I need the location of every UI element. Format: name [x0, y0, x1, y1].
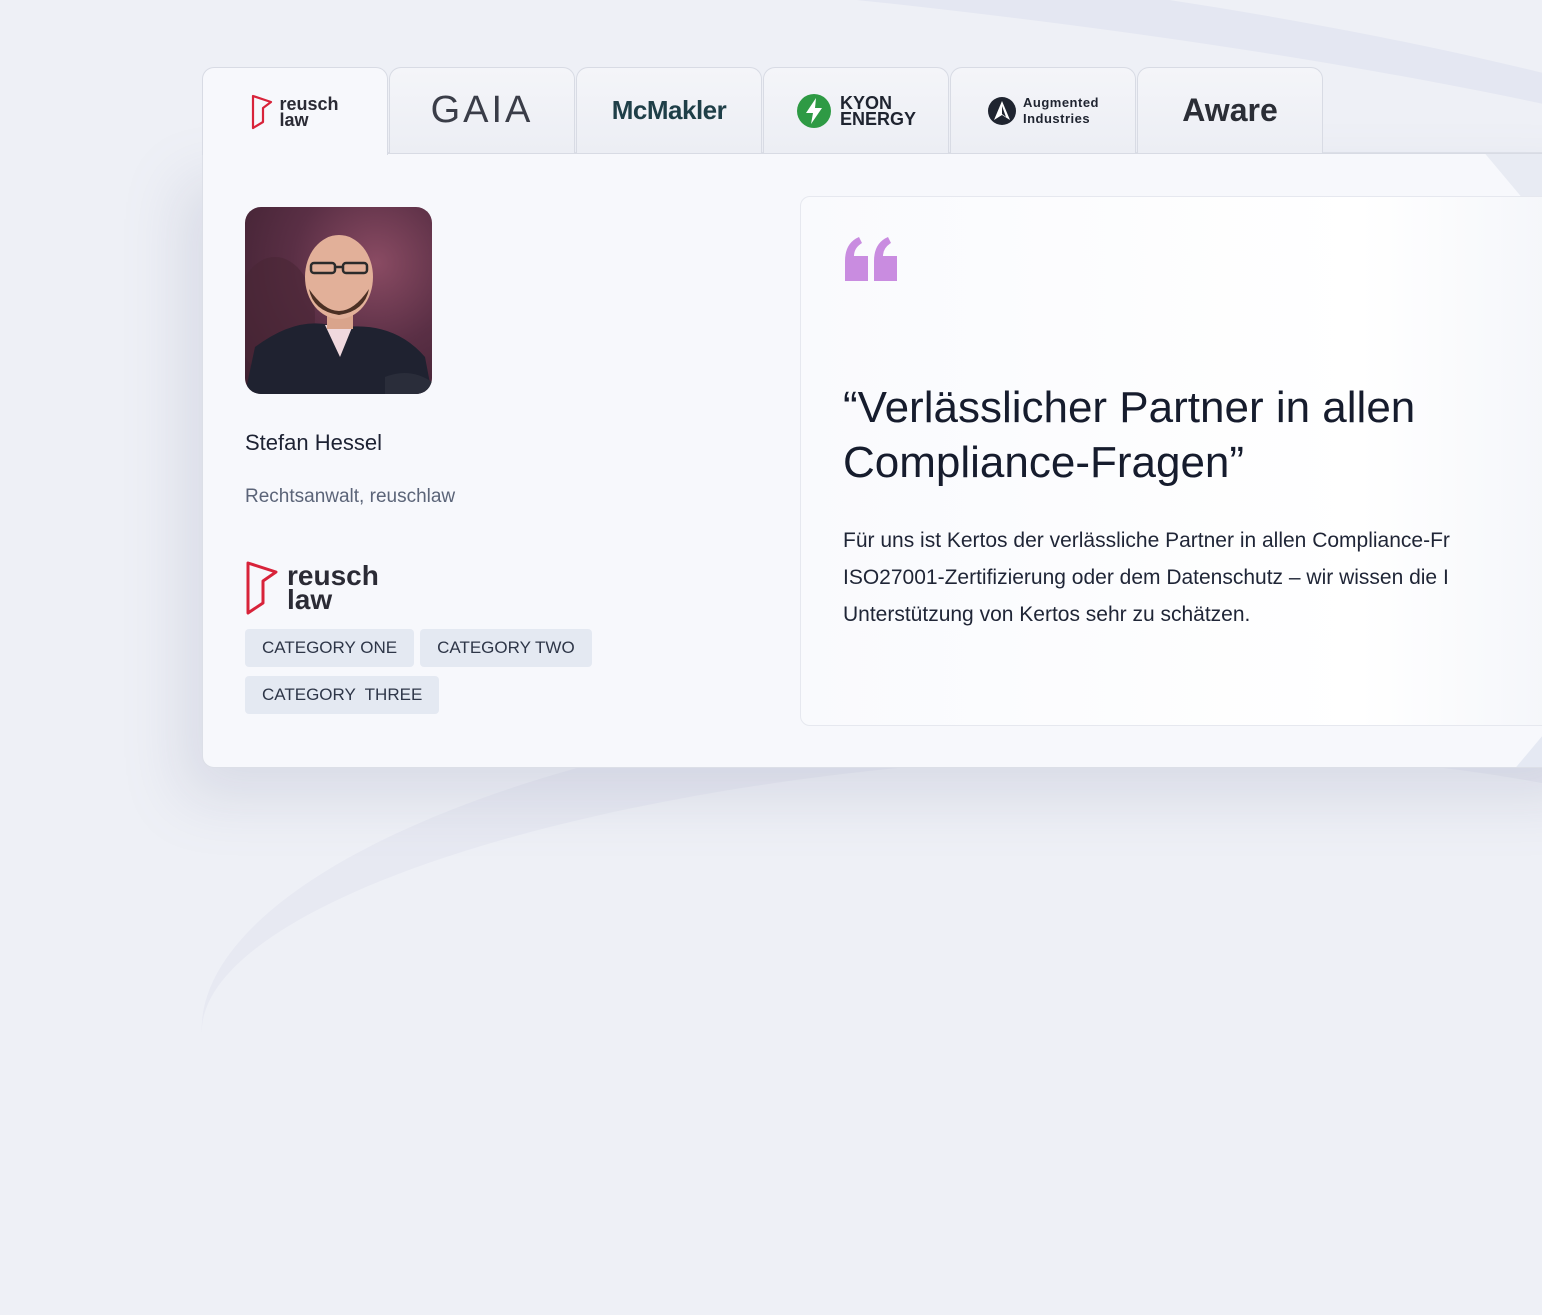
- avatar-photo: [245, 235, 432, 394]
- card-decoration: [1514, 725, 1542, 767]
- avatar: [245, 207, 432, 394]
- tab-augmented-industries[interactable]: Augmented Industries: [950, 67, 1136, 153]
- quote-body-line: Für uns ist Kertos der verlässliche Part…: [843, 529, 1450, 552]
- quote-icon: [845, 237, 897, 281]
- category-chip[interactable]: CATEGORY THREE: [245, 676, 440, 714]
- tab-reusch-law[interactable]: reusch law: [202, 67, 388, 155]
- gaia-logo: GAIA: [430, 89, 534, 131]
- card-decoration: [1484, 153, 1542, 197]
- reusch-law-logo: reusch law: [251, 94, 339, 130]
- kyon-bolt-icon: [796, 93, 831, 128]
- category-chip[interactable]: CATEGORY TWO: [420, 629, 592, 667]
- category-chips: CATEGORY ONE CATEGORY TWO CATEGORY THREE: [245, 629, 625, 714]
- person-role: Rechtsanwalt, reuschlaw: [245, 486, 456, 507]
- quote-body-line: ISO27001-Zertifizierung oder dem Datensc…: [843, 566, 1449, 589]
- mcmakler-logo: McMakler: [611, 95, 727, 125]
- person-name: Stefan Hessel: [245, 430, 382, 455]
- tab-gaia[interactable]: GAIA: [389, 67, 575, 153]
- tab-kyon-energy[interactable]: KYON ENERGY: [763, 67, 949, 153]
- category-chip[interactable]: CATEGORY ONE: [245, 629, 415, 667]
- quote-body-line: Unterstützung von Kertos sehr zu schätze…: [843, 603, 1251, 626]
- company-tabs: reusch law GAIA McMakler KYON ENERGY Aug…: [202, 67, 1324, 155]
- tab-logo-line2: Industries: [1023, 110, 1091, 126]
- tab-logo-line2: ENERGY: [839, 108, 917, 129]
- tab-mcmakler[interactable]: McMakler: [576, 67, 762, 153]
- tab-logo-line1: Augmented: [1023, 94, 1099, 110]
- reusch-logo-icon: [252, 94, 273, 129]
- tab-logo-line2: law: [279, 109, 309, 130]
- augmented-industries-logo: Augmented Industries: [987, 95, 1099, 127]
- kyon-energy-logo: KYON ENERGY: [796, 93, 916, 129]
- company-logo: reusch law: [245, 560, 379, 616]
- company-logo-line2: law: [287, 584, 333, 615]
- tab-aware[interactable]: Aware: [1137, 67, 1323, 153]
- quote-body: Für uns ist Kertos der verlässliche Part…: [843, 522, 1542, 633]
- quote-title: “Verlässlicher Partner in allen Complian…: [843, 383, 1416, 487]
- augmented-logo-icon: [988, 96, 1016, 125]
- reusch-logo-icon: [246, 561, 278, 615]
- aware-logo: Aware: [1182, 92, 1278, 128]
